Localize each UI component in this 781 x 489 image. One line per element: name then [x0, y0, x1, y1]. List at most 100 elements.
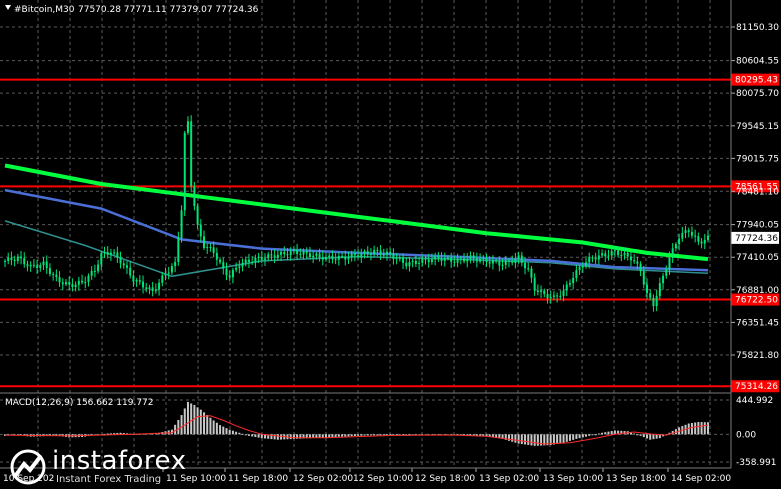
macd-tick-label: -358.991 — [736, 458, 776, 468]
candle-body — [662, 275, 665, 284]
candle-body — [103, 252, 106, 254]
candle-body — [466, 259, 469, 262]
candle-body — [488, 262, 491, 264]
candle-body — [45, 261, 48, 269]
candle-body — [7, 257, 10, 261]
candle-body — [328, 255, 331, 257]
macd-bar — [235, 431, 238, 435]
macd-bar — [177, 419, 180, 435]
candle-body — [26, 264, 29, 267]
time-tick-label: 13 Sep 02:00 — [479, 474, 539, 484]
candle-body — [212, 247, 215, 253]
macd-bar — [334, 434, 337, 437]
candle-body — [562, 290, 565, 297]
level-label: 80295.43 — [735, 76, 778, 86]
time-tick-label: 13 Sep 10:00 — [543, 474, 603, 484]
candle-body — [668, 257, 671, 270]
trading-chart[interactable]: 80295.4378561.5576722.5075314.26 81150.3… — [0, 0, 781, 489]
macd-bar — [238, 432, 241, 435]
macd-bar — [206, 415, 209, 435]
candle-body — [636, 261, 639, 264]
candle-body — [427, 259, 430, 263]
candle-body — [32, 264, 35, 266]
candle-body — [199, 224, 202, 237]
candle-body — [55, 274, 58, 278]
candle-body — [504, 260, 507, 265]
candle-body — [376, 250, 379, 252]
macd-axis: 444.992 0.00 -358.991 — [736, 396, 776, 468]
macd-bar — [357, 434, 360, 436]
candle-body — [97, 264, 100, 272]
level-label: 76722.50 — [735, 296, 778, 306]
candle-body — [296, 249, 299, 255]
candle-body — [543, 290, 546, 295]
candle-body — [77, 280, 80, 285]
macd-bar — [556, 434, 559, 444]
macd-bar — [251, 434, 254, 437]
candle-body — [161, 275, 164, 283]
candle-body — [472, 255, 475, 259]
macd-bar — [707, 422, 709, 435]
macd-bar — [379, 434, 382, 436]
candle-body — [517, 255, 520, 259]
macd-bar — [507, 434, 510, 441]
candle-body — [514, 258, 517, 263]
candle-body — [10, 257, 13, 261]
candle-body — [440, 258, 443, 261]
candle-body — [125, 265, 128, 268]
candle-body — [280, 251, 283, 255]
candle-body — [116, 252, 119, 258]
macd-bar — [109, 433, 112, 435]
macd-bar — [254, 434, 257, 438]
macd-bar — [633, 433, 636, 435]
candle-body — [568, 283, 571, 285]
macd-bar — [520, 434, 523, 445]
candle-body — [196, 206, 199, 225]
macd-bar — [646, 434, 649, 439]
candle-body — [546, 294, 549, 299]
candle-body — [148, 287, 151, 289]
candle-body — [382, 254, 385, 256]
candle-body — [687, 230, 690, 232]
candle-body — [151, 287, 154, 291]
candle-body — [475, 258, 478, 262]
candle-body — [129, 267, 132, 276]
price-tick-label: 79545.15 — [736, 122, 779, 132]
candle-body — [135, 280, 138, 282]
candle-body — [671, 248, 674, 258]
candle-body — [524, 262, 527, 269]
candle-body — [318, 253, 321, 257]
macd-bar — [353, 434, 356, 437]
candle-body — [690, 231, 693, 236]
candle-body — [674, 244, 677, 249]
level-label: 75314.26 — [735, 382, 778, 392]
macd-bar — [337, 434, 340, 437]
candle-body — [646, 284, 649, 294]
macd-bar — [186, 401, 189, 435]
collapse-triangle-icon[interactable] — [5, 5, 11, 10]
time-tick-label: 14 Sep 02:00 — [671, 474, 731, 484]
macd-bar — [552, 434, 555, 445]
candle-body — [639, 263, 642, 272]
candle-body — [289, 251, 292, 256]
macd-bar — [347, 434, 350, 437]
price-tick-label: 80604.55 — [736, 57, 779, 67]
candle-body — [321, 256, 324, 260]
candle-body — [20, 256, 23, 259]
candle-body — [276, 254, 279, 258]
candle-body — [334, 259, 337, 261]
candle-body — [186, 121, 189, 133]
macd-bar — [350, 434, 353, 437]
candle-body — [459, 258, 462, 260]
candle-body — [392, 254, 395, 260]
candle-body — [81, 280, 84, 283]
candle-body — [138, 280, 141, 282]
candle-body — [366, 251, 369, 255]
macd-bar — [694, 422, 697, 435]
candle-body — [581, 266, 584, 268]
price-tick-label: 77410.05 — [736, 253, 779, 263]
macd-bar — [511, 434, 514, 442]
macd-bar — [604, 432, 607, 435]
candle-body — [347, 257, 350, 260]
candle-body — [64, 282, 67, 285]
